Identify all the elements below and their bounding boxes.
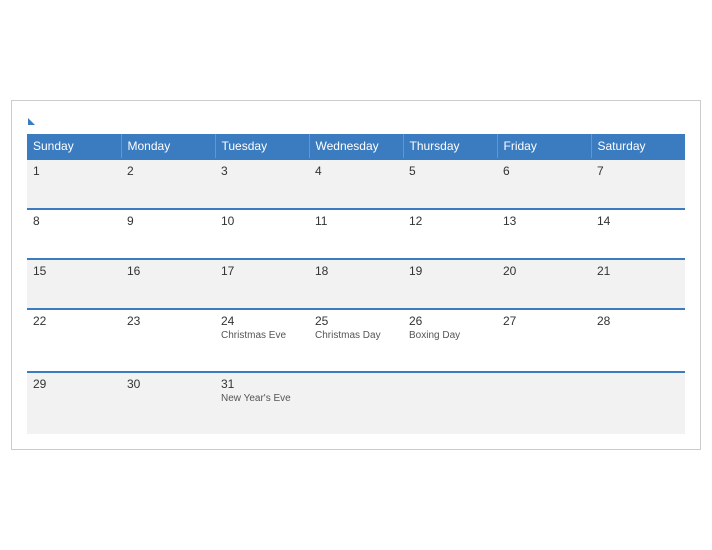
day-number: 12 (409, 214, 491, 228)
calendar-cell: 28 (591, 309, 685, 372)
day-number: 28 (597, 314, 679, 328)
calendar-cell: 2 (121, 159, 215, 209)
day-number: 14 (597, 214, 679, 228)
weekday-thursday: Thursday (403, 134, 497, 159)
logo (27, 111, 35, 126)
weekday-monday: Monday (121, 134, 215, 159)
weekday-wednesday: Wednesday (309, 134, 403, 159)
calendar-cell: 20 (497, 259, 591, 309)
day-number: 8 (33, 214, 115, 228)
calendar-cell: 1 (27, 159, 121, 209)
day-number: 10 (221, 214, 303, 228)
calendar-cell: 21 (591, 259, 685, 309)
calendar-container: SundayMondayTuesdayWednesdayThursdayFrid… (11, 100, 701, 450)
day-number: 15 (33, 264, 115, 278)
weekday-friday: Friday (497, 134, 591, 159)
day-number: 11 (315, 214, 397, 228)
calendar-cell: 27 (497, 309, 591, 372)
day-number: 30 (127, 377, 209, 391)
day-number: 21 (597, 264, 679, 278)
day-number: 13 (503, 214, 585, 228)
day-number: 16 (127, 264, 209, 278)
calendar-header (27, 111, 685, 126)
day-number: 5 (409, 164, 491, 178)
calendar-cell: 3 (215, 159, 309, 209)
calendar-cell: 4 (309, 159, 403, 209)
week-row-1: 1234567 (27, 159, 685, 209)
calendar-cell (403, 372, 497, 434)
calendar-cell: 30 (121, 372, 215, 434)
day-number: 3 (221, 164, 303, 178)
day-number: 24 (221, 314, 303, 328)
day-number: 27 (503, 314, 585, 328)
day-number: 6 (503, 164, 585, 178)
day-number: 31 (221, 377, 303, 391)
week-row-2: 89 10 11 12 13 14 (27, 209, 685, 259)
day-number: 26 (409, 314, 491, 328)
holiday-label: New Year's Eve (221, 393, 303, 404)
calendar-cell: 31 New Year's Eve (215, 372, 309, 434)
weekday-tuesday: Tuesday (215, 134, 309, 159)
calendar-cell: 25 Christmas Day (309, 309, 403, 372)
calendar-cell: 24 Christmas Eve (215, 309, 309, 372)
calendar-cell: 13 (497, 209, 591, 259)
week-row-4: 22 23 24 Christmas Eve 25 Christmas Day 26 Boxi… (27, 309, 685, 372)
calendar-cell: 11 (309, 209, 403, 259)
calendar-cell: 17 (215, 259, 309, 309)
calendar-cell: 16 (121, 259, 215, 309)
week-row-5: 29 30 31 New Year's Eve (27, 372, 685, 434)
calendar-cell: 5 (403, 159, 497, 209)
weekday-header-row: SundayMondayTuesdayWednesdayThursdayFrid… (27, 134, 685, 159)
calendar-cell: 14 (591, 209, 685, 259)
weekday-sunday: Sunday (27, 134, 121, 159)
holiday-label: Christmas Day (315, 330, 397, 341)
calendar-cell: 15 (27, 259, 121, 309)
calendar-cell (591, 372, 685, 434)
day-number: 20 (503, 264, 585, 278)
day-number: 23 (127, 314, 209, 328)
day-number: 25 (315, 314, 397, 328)
calendar-cell (497, 372, 591, 434)
holiday-label: Christmas Eve (221, 330, 303, 341)
calendar-cell (309, 372, 403, 434)
calendar-cell: 9 (121, 209, 215, 259)
day-number: 9 (127, 214, 209, 228)
calendar-cell: 6 (497, 159, 591, 209)
calendar-cell: 19 (403, 259, 497, 309)
weekday-saturday: Saturday (591, 134, 685, 159)
logo-triangle-icon (28, 118, 35, 125)
calendar-cell: 26 Boxing Day (403, 309, 497, 372)
day-number: 29 (33, 377, 115, 391)
holiday-label: Boxing Day (409, 330, 491, 341)
day-number: 2 (127, 164, 209, 178)
calendar-cell: 7 (591, 159, 685, 209)
calendar-cell: 8 (27, 209, 121, 259)
day-number: 4 (315, 164, 397, 178)
day-number: 18 (315, 264, 397, 278)
calendar-cell: 18 (309, 259, 403, 309)
day-number: 22 (33, 314, 115, 328)
calendar-cell: 10 (215, 209, 309, 259)
day-number: 17 (221, 264, 303, 278)
week-row-3: 15 16 17 18 19 20 21 (27, 259, 685, 309)
day-number: 1 (33, 164, 115, 178)
day-number: 7 (597, 164, 679, 178)
calendar-cell: 22 (27, 309, 121, 372)
calendar-cell: 29 (27, 372, 121, 434)
day-number: 19 (409, 264, 491, 278)
calendar-cell: 23 (121, 309, 215, 372)
calendar-cell: 12 (403, 209, 497, 259)
calendar-table: SundayMondayTuesdayWednesdayThursdayFrid… (27, 134, 685, 434)
